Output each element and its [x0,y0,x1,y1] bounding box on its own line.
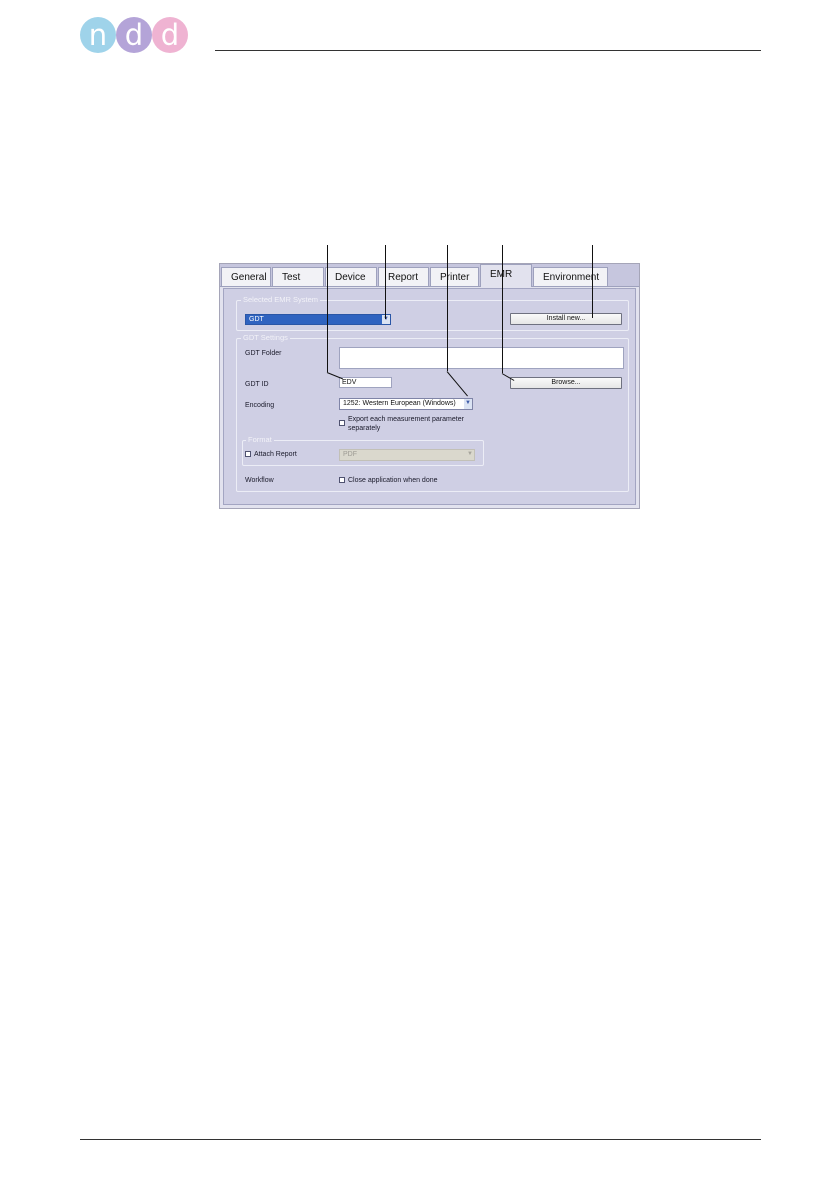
install-new-button[interactable]: Install new... [510,313,622,325]
selected-emr-group-title: Selected EMR System [241,295,321,304]
tab-strip: General Test Device Report Printer EMR E… [220,264,639,287]
emr-system-dropdown[interactable]: GDT ▼ [245,314,391,325]
chevron-down-icon: ▼ [464,399,472,409]
attach-report-checkbox[interactable] [245,451,251,457]
gdt-id-input[interactable]: EDV [339,377,392,388]
callout-line-1 [327,245,328,372]
gdt-id-label: GDT ID [245,381,269,388]
encoding-dropdown[interactable]: 1252: Western European (Windows) ▼ [339,398,473,410]
report-format-value: PDF [343,451,357,458]
gdt-settings-group-title: GDT Settings [241,333,290,342]
header-rule [215,50,761,51]
gdt-folder-label: GDT Folder [245,350,282,357]
chevron-down-icon: ▼ [382,315,390,324]
encoding-value: 1252: Western European (Windows) [343,400,456,407]
gdt-folder-input[interactable] [339,347,624,369]
callout-line-4 [502,245,503,373]
logo-letter-n: n [80,17,116,53]
close-app-label: Close application when done [348,477,438,484]
tab-environment[interactable]: Environment [533,267,608,286]
logo-letter-d2: d [152,17,188,53]
callout-line-3 [447,245,448,371]
tab-test[interactable]: Test [272,267,324,286]
export-separately-label-line1: Export each measurement parameter [348,416,464,423]
export-separately-checkbox[interactable] [339,420,345,426]
chevron-down-icon: ▼ [466,450,474,460]
emr-system-value: GDT [249,316,264,323]
close-app-checkbox[interactable] [339,477,345,483]
tab-general[interactable]: General [221,267,271,286]
browse-button[interactable]: Browse... [510,377,622,389]
tab-emr[interactable]: EMR [480,264,532,287]
footer-rule [80,1139,761,1140]
callout-line-2 [385,245,386,319]
format-group-title: Format [246,435,274,444]
encoding-label: Encoding [245,402,275,409]
attach-report-label: Attach Report [254,451,297,458]
emr-panel: Selected EMR System GDT ▼ Install new...… [223,288,636,505]
report-format-dropdown: PDF ▼ [339,449,475,461]
settings-window: General Test Device Report Printer EMR E… [219,263,640,509]
export-separately-label-line2: separately [348,425,381,432]
tab-device[interactable]: Device [325,267,377,286]
workflow-label: Workflow [245,477,274,484]
callout-line-5 [592,245,593,318]
tab-printer[interactable]: Printer [430,267,479,286]
logo-letter-d1: d [116,17,152,53]
